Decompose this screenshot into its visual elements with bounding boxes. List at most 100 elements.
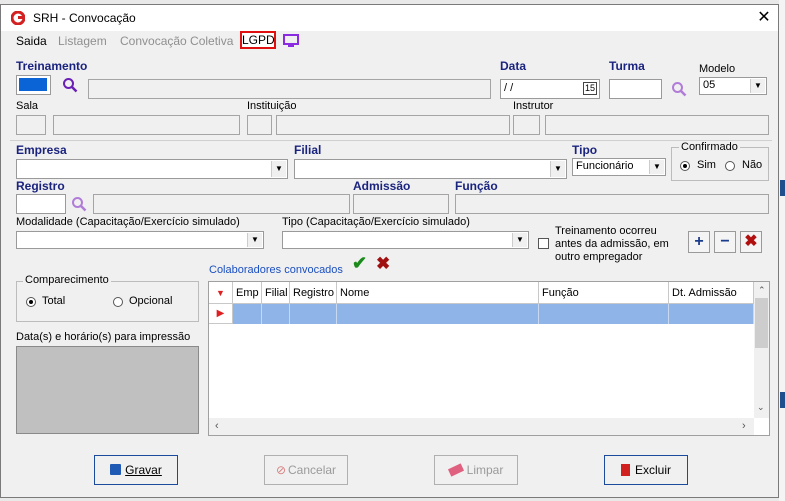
tipo-capacitacao-label: Tipo (Capacitação/Exercício simulado) xyxy=(282,216,470,228)
registro-search-icon[interactable] xyxy=(71,196,87,212)
limpar-label: Limpar xyxy=(466,463,504,477)
tipo-value: Funcionário xyxy=(576,160,634,172)
modelo-label: Modelo xyxy=(699,63,736,75)
convocacao-window: SRH - Convocação ✕ Saida Listagem Convoc… xyxy=(0,4,779,498)
modalidade-select[interactable]: ▼ xyxy=(16,231,264,249)
excluir-button[interactable]: Excluir xyxy=(604,455,688,485)
table-row-cell[interactable] xyxy=(539,304,669,324)
confirm-check-icon[interactable]: ✔ xyxy=(352,253,367,274)
chevron-down-icon[interactable]: ▼ xyxy=(750,79,765,93)
chevron-down-icon[interactable]: ▼ xyxy=(649,160,664,174)
scroll-right-icon[interactable]: › xyxy=(742,420,746,432)
scroll-up-icon[interactable]: ⌃ xyxy=(758,285,766,296)
comparecimento-label: Comparecimento xyxy=(23,274,111,286)
delete-button[interactable]: ✖ xyxy=(740,231,762,253)
admissao-label: Admissão xyxy=(353,179,411,193)
cancelar-button[interactable]: ⊘ Cancelar xyxy=(264,455,348,485)
background-window-marker xyxy=(780,180,785,196)
sala-label: Sala xyxy=(16,100,39,112)
monitor-icon[interactable] xyxy=(283,34,299,47)
funcao-field xyxy=(455,194,769,214)
menu-bar: Saida Listagem Convocação Coletiva LGPD xyxy=(1,31,778,51)
table-row-cell[interactable] xyxy=(290,304,337,324)
excluir-label: Excluir xyxy=(634,463,671,477)
treinamento-code-selection xyxy=(19,78,47,91)
datas-impressao-textarea[interactable] xyxy=(16,346,199,434)
add-button[interactable]: + xyxy=(688,231,710,253)
empresa-select[interactable]: ▼ xyxy=(16,159,288,179)
instrutor-label: Instrutor xyxy=(513,100,554,112)
modelo-select[interactable]: 05 ▼ xyxy=(699,77,767,95)
grid-header-filial[interactable]: Filial xyxy=(262,282,290,304)
confirmado-sim-label: Sim xyxy=(697,159,716,171)
scroll-down-icon[interactable]: ⌄ xyxy=(757,402,765,413)
menu-lgpd[interactable]: LGPD xyxy=(240,31,276,49)
chevron-down-icon[interactable]: ▼ xyxy=(550,161,565,177)
grid-header-emp[interactable]: Emp xyxy=(233,282,262,304)
comparecimento-total-label: Total xyxy=(42,295,66,307)
gravar-button[interactable]: Gravar xyxy=(94,455,178,485)
instrutor-code-field xyxy=(513,115,540,135)
admissao-field xyxy=(353,194,449,214)
treinamento-description-field xyxy=(88,79,491,99)
treinamento-code-input[interactable] xyxy=(16,75,51,95)
grid-header-registro[interactable]: Registro xyxy=(290,282,337,304)
table-row-cell[interactable] xyxy=(262,304,290,324)
confirmado-nao-radio[interactable] xyxy=(725,161,735,171)
scroll-left-icon[interactable]: ‹ xyxy=(215,420,219,432)
background-window xyxy=(779,0,785,501)
treinamento-antes-checkbox[interactable] xyxy=(538,238,549,249)
data-date-value: / / xyxy=(504,82,514,94)
scrollbar-thumb[interactable] xyxy=(755,298,768,348)
comparecimento-opcional-label: Opcional xyxy=(129,295,173,307)
menu-listagem[interactable]: Listagem xyxy=(58,34,107,48)
chevron-down-icon[interactable]: ▼ xyxy=(247,233,262,247)
data-date-input[interactable]: / / 15 xyxy=(500,79,600,99)
table-row-cell[interactable] xyxy=(233,304,262,324)
instrutor-name-field xyxy=(545,115,769,135)
table-row-cell[interactable] xyxy=(337,304,539,324)
treinamento-antes-line3: outro empregador xyxy=(555,251,643,263)
window-title: SRH - Convocação xyxy=(33,11,136,25)
registro-label: Registro xyxy=(16,179,65,193)
comparecimento-opcional-radio[interactable] xyxy=(113,297,123,307)
chevron-down-icon[interactable]: ▼ xyxy=(271,161,286,177)
filial-label: Filial xyxy=(294,143,322,157)
grid-header-nome[interactable]: Nome xyxy=(337,282,539,304)
instituicao-name-field xyxy=(276,115,510,135)
menu-saida[interactable]: Saida xyxy=(16,34,47,48)
grid-header-dt-admissao[interactable]: Dt. Admissão xyxy=(669,282,754,304)
tipo-select[interactable]: Funcionário ▼ xyxy=(572,158,666,176)
sala-code-field xyxy=(16,115,46,135)
vertical-scrollbar[interactable]: ⌃ ⌄ xyxy=(754,282,769,418)
horizontal-scrollbar[interactable]: ‹ › xyxy=(209,418,754,435)
menu-convocacao-coletiva[interactable]: Convocação Coletiva xyxy=(120,34,233,48)
filial-select[interactable]: ▼ xyxy=(294,159,567,179)
confirmado-sim-radio[interactable] xyxy=(680,161,690,171)
tipo-capacitacao-select[interactable]: ▼ xyxy=(282,231,529,249)
turma-label: Turma xyxy=(609,59,645,73)
funcao-label: Função xyxy=(455,179,498,193)
grid-header-funcao[interactable]: Função xyxy=(539,282,669,304)
table-row-cell[interactable] xyxy=(669,304,754,324)
close-icon[interactable]: ✕ xyxy=(753,7,775,29)
tipo-label: Tipo xyxy=(572,143,598,157)
datas-impressao-label: Data(s) e horário(s) para impressão xyxy=(16,331,191,343)
registro-name-field xyxy=(93,194,350,214)
limpar-button[interactable]: Limpar xyxy=(434,455,518,485)
search-icon[interactable] xyxy=(62,77,78,93)
gravar-label: Gravar xyxy=(125,463,162,477)
confirmado-label: Confirmado xyxy=(679,141,740,153)
save-icon xyxy=(110,464,122,475)
remove-button[interactable]: − xyxy=(714,231,736,253)
comparecimento-total-radio[interactable] xyxy=(26,297,36,307)
grid-indicator-header: ▼ xyxy=(209,282,233,304)
turma-input[interactable] xyxy=(609,79,662,99)
cancel-x-icon[interactable]: ✖ xyxy=(376,254,390,274)
modalidade-label: Modalidade (Capacitação/Exercício simula… xyxy=(16,216,240,228)
chevron-down-icon[interactable]: ▼ xyxy=(512,233,527,247)
calendar-icon[interactable]: 15 xyxy=(582,82,597,95)
modelo-value: 05 xyxy=(703,79,716,91)
turma-search-icon[interactable] xyxy=(671,81,687,97)
registro-input[interactable] xyxy=(16,194,66,214)
